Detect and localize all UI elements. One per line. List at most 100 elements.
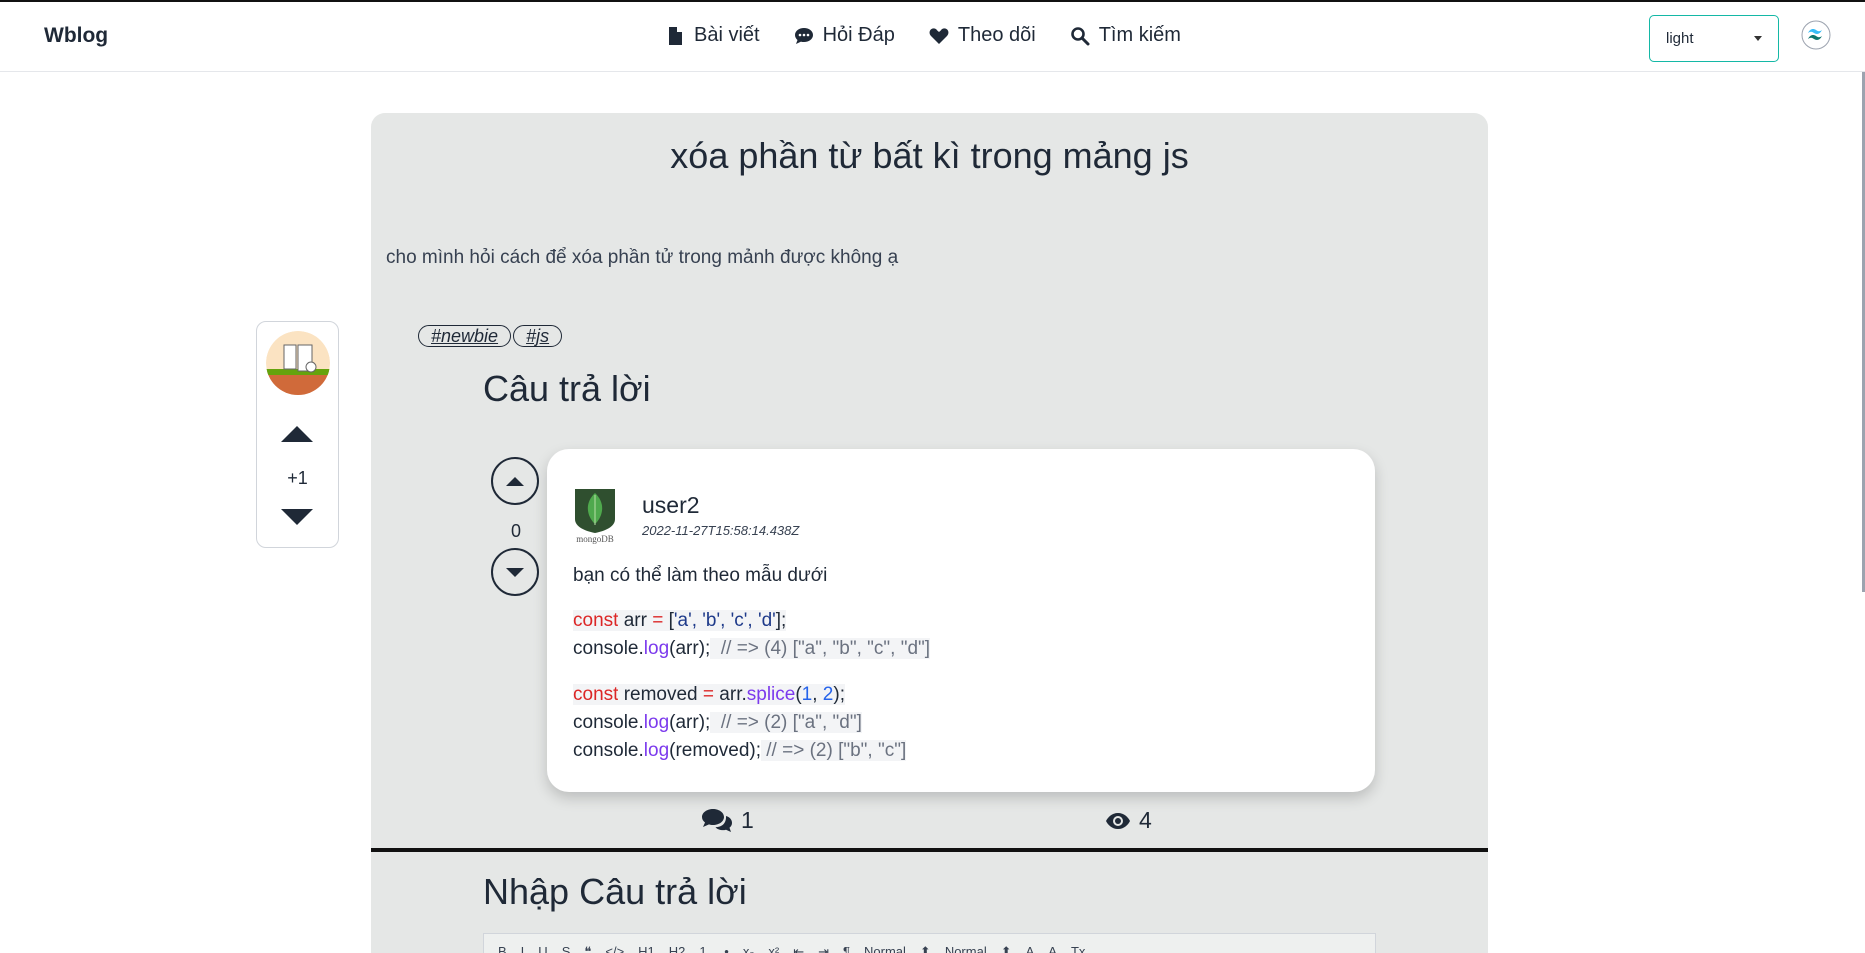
code-comment: // => (2) ["a", "d"]: [710, 712, 862, 733]
caret-up-icon: [506, 476, 524, 486]
code-token: (arr);: [669, 712, 711, 733]
file-icon: [669, 26, 682, 45]
main-nav: Bài viết Hỏi Đáp Theo dõi Tìm kiếm: [665, 24, 1181, 47]
section-divider: [371, 848, 1488, 852]
comment-dots-icon: [794, 27, 813, 44]
code-token: =: [652, 610, 664, 631]
downvote-button[interactable]: [281, 509, 313, 525]
brand-logo[interactable]: Wblog: [44, 24, 108, 48]
code-token: console.: [573, 712, 644, 733]
code-token: log: [643, 740, 670, 761]
code-block-2: const removed = arr.splice(1, 2); consol…: [573, 681, 907, 765]
answer-timestamp: 2022-11-27T15:58:14.438Z: [642, 523, 800, 538]
question-title: xóa phần từ bất kì trong mảng js: [670, 135, 1189, 176]
toolbar-background-button[interactable]: A: [1048, 944, 1057, 953]
toolbar-size-select[interactable]: Normal: [864, 944, 906, 953]
code-token: removed: [618, 684, 703, 705]
answer-username[interactable]: user2: [642, 492, 700, 519]
theme-select[interactable]: light: [1649, 15, 1779, 62]
toolbar-quote-button[interactable]: ❝: [584, 944, 591, 953]
select-arrows-icon: ⬍: [1000, 944, 1012, 953]
code-token: console.: [573, 740, 644, 761]
editor-toolbar: B I U S ❝ </> H1 H2 1. • x₂ x² ⇤ ⇥ ¶ Nor…: [483, 933, 1376, 953]
comments-stat[interactable]: 1: [701, 807, 754, 834]
toolbar-bold-button[interactable]: B: [498, 944, 507, 953]
tailwind-logo-icon[interactable]: [1800, 20, 1832, 58]
tag-js[interactable]: #js: [513, 325, 563, 347]
nav-item-label: Hỏi Đáp: [822, 24, 895, 46]
caret-down-icon: [506, 567, 524, 577]
nav-item-label: Bài viết: [694, 24, 760, 46]
question-vote-count: +1: [287, 468, 308, 488]
answer-vote-panel: 0: [491, 457, 541, 596]
code-token: ,: [812, 684, 823, 705]
tag-list: #newbie #js: [418, 325, 563, 347]
code-token: (: [795, 684, 802, 705]
search-icon: [1070, 26, 1090, 45]
toolbar-code-button[interactable]: </>: [605, 944, 624, 953]
toolbar-outdent-button[interactable]: ⇤: [793, 944, 804, 953]
toolbar-subscript-button[interactable]: x₂: [743, 944, 755, 953]
toolbar-h1-button[interactable]: H1: [638, 944, 655, 953]
eye-icon: [1106, 812, 1130, 829]
toolbar-bullet-list-button[interactable]: •: [724, 944, 729, 953]
toolbar-direction-button[interactable]: ¶: [843, 944, 850, 953]
upvote-button[interactable]: [281, 426, 313, 442]
tag-newbie[interactable]: #newbie: [418, 325, 512, 347]
code-token: ];: [775, 610, 787, 631]
code-block-1: const arr = ['a', 'b', 'c', 'd']; consol…: [573, 607, 931, 663]
code-token: log: [643, 712, 670, 733]
nav-item-posts[interactable]: Bài viết: [665, 24, 760, 47]
code-token: [: [663, 610, 674, 631]
mongodb-avatar[interactable]: mongoDB: [567, 487, 623, 545]
toolbar-header-select[interactable]: Normal: [945, 944, 987, 953]
code-token: const: [573, 610, 619, 631]
answers-heading: Câu trả lời: [483, 368, 651, 409]
nav-item-follow[interactable]: Theo dõi: [929, 24, 1036, 47]
code-token: =: [702, 684, 715, 705]
answer-text: bạn có thể làm theo mẫu dưới: [573, 565, 828, 586]
question-vote-panel: +1: [256, 321, 339, 548]
toolbar-color-button[interactable]: A: [1026, 944, 1035, 953]
code-token: 1: [801, 684, 813, 705]
code-token: arr: [618, 610, 653, 631]
answer-upvote-button[interactable]: [491, 457, 539, 505]
nav-item-label: Tìm kiếm: [1098, 24, 1181, 46]
toolbar-ordered-list-button[interactable]: 1.: [699, 944, 710, 953]
chevron-down-icon: [1754, 36, 1762, 41]
code-token: splice: [746, 684, 796, 705]
heart-icon: [929, 27, 949, 44]
code-token: const: [573, 684, 619, 705]
theme-select-value: light: [1666, 30, 1694, 47]
views-count: 4: [1139, 807, 1152, 833]
author-avatar[interactable]: [266, 331, 330, 395]
toolbar-h2-button[interactable]: H2: [669, 944, 686, 953]
nav-item-qa[interactable]: Hỏi Đáp: [794, 24, 895, 47]
reply-heading: Nhập Câu trả lời: [483, 871, 747, 912]
code-token: console.: [573, 638, 644, 659]
toolbar-clean-button[interactable]: Tx: [1071, 944, 1085, 953]
toolbar-strike-button[interactable]: S: [562, 944, 571, 953]
code-token: (removed);: [669, 740, 761, 761]
select-arrows-icon: ⬍: [919, 944, 931, 953]
toolbar-italic-button[interactable]: I: [521, 944, 525, 953]
question-panel: xóa phần từ bất kì trong mảng js cho mìn…: [371, 113, 1488, 953]
code-token: (arr);: [669, 638, 711, 659]
toolbar-indent-button[interactable]: ⇥: [818, 944, 829, 953]
comments-count: 1: [741, 807, 754, 833]
toolbar-underline-button[interactable]: U: [538, 944, 547, 953]
code-token: 2: [822, 684, 834, 705]
code-token: arr.: [714, 684, 747, 705]
nav-item-label: Theo dõi: [957, 24, 1036, 46]
nav-item-search[interactable]: Tìm kiếm: [1070, 24, 1181, 47]
avatar-label: mongoDB: [576, 534, 614, 544]
answer-card: mongoDB user2 2022-11-27T15:58:14.438Z b…: [547, 449, 1375, 792]
answer-score: 0: [510, 521, 521, 541]
answer-downvote-button[interactable]: [491, 548, 539, 596]
toolbar-superscript-button[interactable]: x²: [768, 944, 779, 953]
code-comment: // => (2) ["b", "c"]: [761, 740, 907, 761]
code-token: );: [833, 684, 845, 705]
comments-icon: [702, 808, 732, 832]
top-navbar: Wblog Bài viết Hỏi Đáp Theo dõi Tìm kiếm…: [0, 0, 1865, 72]
question-body: cho mình hỏi cách để xóa phần tử trong m…: [386, 247, 899, 268]
